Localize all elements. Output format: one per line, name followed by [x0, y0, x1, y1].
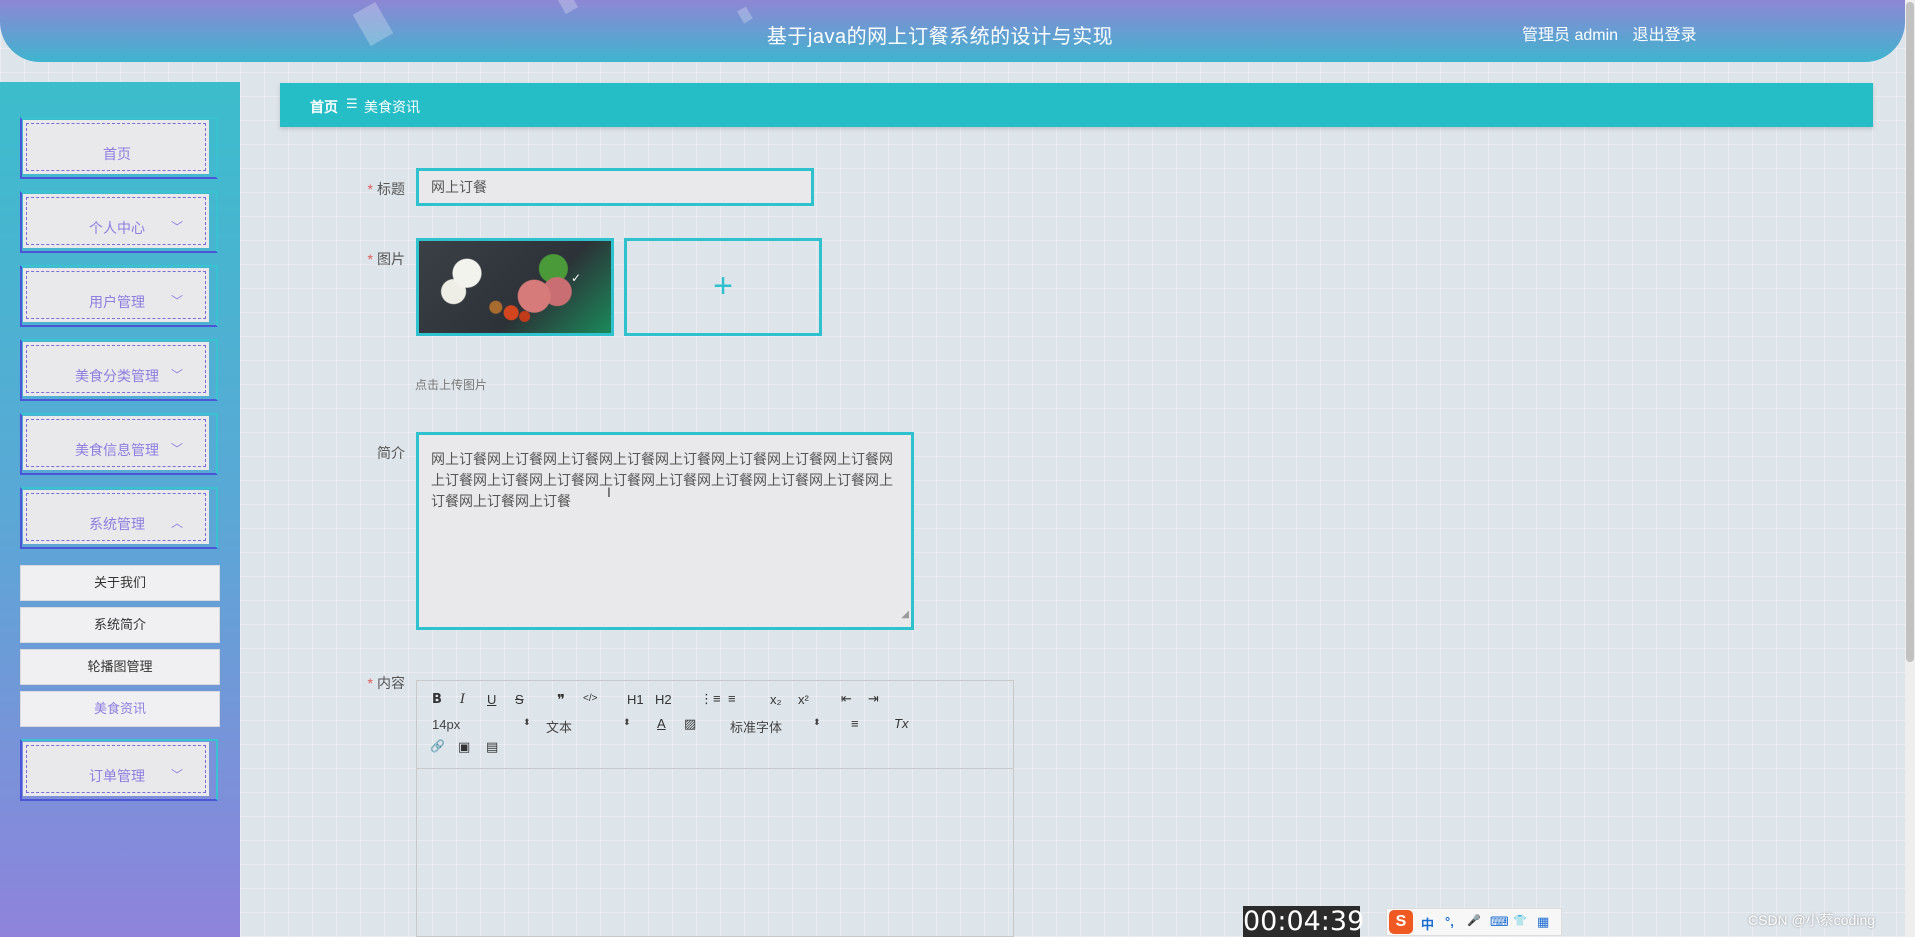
chevron-down-icon: ﹀ — [170, 368, 183, 382]
breadcrumb: 首页 ☰ 美食资讯 — [280, 83, 1873, 127]
logout-link[interactable]: 退出登录 — [1632, 27, 1696, 44]
heading2-button[interactable]: H2 — [655, 692, 672, 707]
header-user-area: 管理员 admin 退出登录 — [1522, 21, 1707, 45]
text-type-select[interactable]: 文本 ⬍ — [546, 717, 631, 736]
intro-label: 简介 — [345, 443, 405, 463]
image-icon[interactable]: ▣ — [458, 739, 470, 755]
menu-inner: 个人中心 ﹀ — [23, 194, 209, 248]
image-upload-button[interactable]: + — [624, 238, 822, 336]
subscript-button[interactable]: x₂ — [770, 692, 782, 707]
top-header: 基于java的网上订餐系统的设计与实现 管理员 admin 退出登录 — [0, 0, 1905, 62]
menu-inner: 美食分类管理 ﹀ — [23, 342, 209, 396]
submenu-food-news[interactable]: 美食资讯 — [20, 691, 220, 727]
font-family-value: 标准字体 — [730, 720, 783, 735]
submenu-about-us[interactable]: 关于我们 — [20, 565, 220, 601]
sidebar-item-order-management[interactable]: 订单管理 ﹀ — [20, 739, 218, 801]
chevron-up-icon: ︿ — [170, 516, 183, 530]
scrollbar-thumb[interactable] — [1906, 2, 1914, 662]
chinese-mode-icon[interactable]: 中 — [1421, 914, 1434, 933]
bold-button[interactable]: B — [432, 692, 442, 707]
menu-label: 首页 — [103, 146, 131, 162]
chevron-down-icon: ﹀ — [170, 768, 183, 782]
menu-inner: 首页 — [23, 120, 209, 174]
sogou-logo-icon[interactable]: S — [1389, 910, 1413, 934]
title-label: * 标题 — [345, 179, 405, 199]
check-icon: ✓ — [570, 271, 581, 285]
plus-icon: + — [713, 267, 733, 305]
watermark: CSDN @小蔡coding — [1748, 912, 1876, 928]
chevron-down-icon: ﹀ — [170, 220, 183, 234]
breadcrumb-home[interactable]: 首页 — [310, 97, 338, 117]
image-label-text: 图片 — [377, 251, 405, 267]
select-arrow-icon: ⬍ — [523, 717, 531, 727]
submenu-carousel[interactable]: 轮播图管理 — [20, 649, 220, 685]
background-color-button[interactable]: ▨ — [684, 716, 696, 732]
underline-button[interactable]: U — [487, 692, 496, 707]
blockquote-button[interactable]: ❞ — [557, 691, 565, 709]
align-button[interactable]: ≡ — [851, 716, 859, 731]
breadcrumb-current: 美食资讯 — [364, 99, 420, 115]
required-mark: * — [367, 181, 373, 197]
punctuation-icon[interactable]: °, — [1445, 914, 1454, 929]
rich-text-editor[interactable]: B I U S ❞ </> H1 H2 ⋮≡ ≡ x₂ x² ⇤ ⇥ 14px … — [416, 680, 1014, 937]
font-color-button[interactable]: A — [657, 716, 666, 731]
heading1-button[interactable]: H1 — [627, 692, 644, 707]
sidebar-item-system-management[interactable]: 系统管理 ︿ — [20, 487, 218, 549]
content-label-text: 内容 — [377, 675, 405, 691]
outdent-button[interactable]: ⇤ — [841, 691, 852, 707]
sidebar-item-food-category[interactable]: 美食分类管理 ﹀ — [20, 339, 218, 401]
chevron-down-icon: ﹀ — [170, 294, 183, 308]
menu-inner: 订单管理 ﹀ — [23, 742, 209, 796]
chevron-down-icon: ﹀ — [170, 442, 183, 456]
select-arrow-icon: ⬍ — [623, 717, 631, 727]
strikethrough-button[interactable]: S — [515, 692, 524, 707]
resize-handle-icon[interactable]: ◢ — [901, 604, 909, 625]
sidebar-item-food-info[interactable]: 美食信息管理 ﹀ — [20, 413, 218, 475]
sidebar-item-personal-center[interactable]: 个人中心 ﹀ — [20, 191, 218, 253]
sidebar-item-home[interactable]: 首页 — [20, 117, 218, 179]
font-size-value: 14px — [432, 717, 461, 732]
image-label: * 图片 — [345, 249, 405, 269]
bullet-list-button[interactable]: ≡ — [728, 691, 736, 706]
text-cursor-icon: I — [607, 484, 611, 500]
intro-label-text: 简介 — [377, 445, 405, 461]
microphone-icon[interactable]: 🎤 — [1467, 914, 1481, 927]
font-family-select[interactable]: 标准字体 ⬍ — [730, 717, 821, 736]
text-type-value: 文本 — [546, 720, 573, 735]
editor-toolbar: B I U S ❞ </> H1 H2 ⋮≡ ≡ x₂ x² ⇤ ⇥ 14px … — [417, 681, 1013, 769]
page-scrollbar[interactable] — [1905, 0, 1915, 937]
menu-inner: 系统管理 ︿ — [23, 490, 209, 544]
header-decoration — [555, 0, 579, 15]
content-label: * 内容 — [345, 673, 405, 693]
select-arrow-icon: ⬍ — [813, 717, 821, 727]
title-input[interactable]: 网上订餐 — [416, 168, 814, 206]
indent-button[interactable]: ⇥ — [868, 691, 879, 707]
menu-inner: 用户管理 ﹀ — [23, 268, 209, 322]
submenu-system-intro[interactable]: 系统简介 — [20, 607, 220, 643]
superscript-button[interactable]: x² — [798, 692, 809, 707]
title-label-text: 标题 — [377, 181, 405, 197]
video-icon[interactable]: ▤ — [486, 739, 498, 755]
keyboard-icon[interactable]: ⌨ — [1490, 914, 1509, 930]
ime-toolbar: S 中 °, 🎤 ⌨ 👕 ▦ — [1386, 908, 1562, 936]
admin-user-label[interactable]: 管理员 admin — [1522, 27, 1618, 44]
intro-textarea[interactable]: 网上订餐网上订餐网上订餐网上订餐网上订餐网上订餐网上订餐网上订餐网上订餐网上订餐… — [416, 432, 914, 630]
breadcrumb-separator-icon: ☰ — [346, 96, 358, 111]
link-icon[interactable]: 🔗 — [430, 739, 445, 753]
intro-text: 网上订餐网上订餐网上订餐网上订餐网上订餐网上订餐网上订餐网上订餐网上订餐网上订餐… — [431, 451, 893, 509]
menu-inner: 美食信息管理 ﹀ — [23, 416, 209, 470]
required-mark: * — [367, 675, 373, 691]
required-mark: * — [367, 251, 373, 267]
ordered-list-button[interactable]: ⋮≡ — [700, 691, 721, 707]
toolbox-icon[interactable]: ▦ — [1537, 914, 1549, 930]
uploaded-food-image[interactable]: ✓ — [416, 238, 614, 336]
clear-format-button[interactable]: Tx — [894, 716, 908, 731]
sidebar-item-user-management[interactable]: 用户管理 ﹀ — [20, 265, 218, 327]
code-block-button[interactable]: </> — [583, 693, 597, 704]
recording-timer: 00:04:39 — [1243, 906, 1365, 937]
upload-hint: 点击上传图片 — [415, 378, 488, 392]
skin-icon[interactable]: 👕 — [1513, 914, 1527, 927]
italic-button[interactable]: I — [460, 692, 465, 707]
font-size-select[interactable]: 14px ⬍ — [432, 717, 531, 732]
